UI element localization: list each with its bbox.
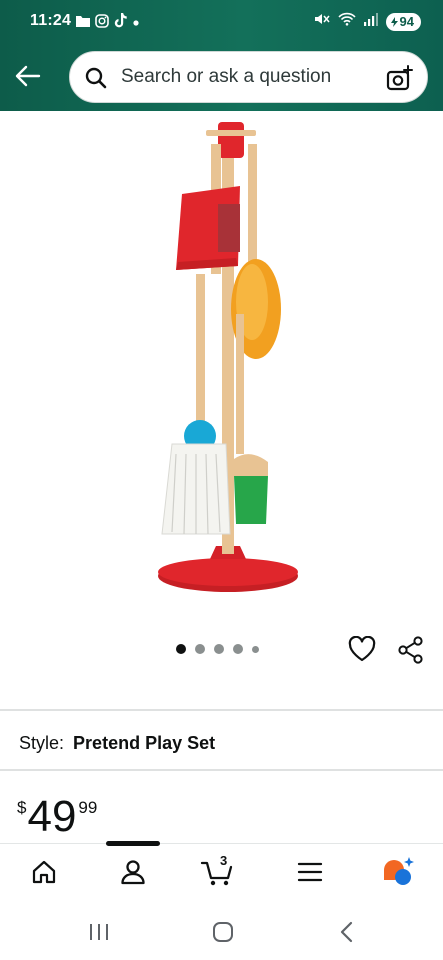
carousel-dot[interactable] [195, 644, 205, 654]
product-image[interactable] [120, 114, 320, 594]
carousel-dot[interactable] [233, 644, 243, 654]
folder-icon [76, 14, 90, 32]
nav-account[interactable] [115, 858, 151, 890]
heart-icon[interactable] [348, 635, 376, 667]
price-currency-symbol: $ [17, 798, 27, 817]
status-notification-icons [76, 13, 140, 33]
mute-icon [314, 12, 330, 31]
system-navigation-bar [0, 901, 443, 960]
camera-search-icon[interactable] [385, 65, 413, 98]
signal-icon [363, 12, 378, 31]
wifi-icon [337, 12, 356, 31]
style-label: Style: [19, 733, 65, 753]
nav-assistant[interactable] [380, 856, 416, 893]
assistant-icon [381, 856, 415, 893]
status-bar: 11:24 94 [0, 0, 443, 44]
battery-icon: 94 [385, 12, 421, 31]
divider [0, 709, 443, 711]
product-price: $ 49 99 [17, 795, 97, 839]
share-icon[interactable] [397, 636, 425, 669]
search-icon [84, 66, 108, 95]
dot-icon [132, 14, 140, 32]
carousel-dot-active[interactable] [176, 644, 186, 654]
recents-button-icon[interactable] [87, 921, 111, 948]
status-time: 11:24 [30, 12, 72, 29]
battery-level: 94 [399, 14, 414, 29]
instagram-icon [95, 13, 109, 33]
nav-cart[interactable] [200, 858, 236, 890]
app-header: 11:24 94 Search or ask a question [0, 0, 443, 111]
tiktok-icon [114, 13, 127, 33]
back-arrow-icon[interactable] [12, 60, 44, 92]
search-input[interactable]: Search or ask a question [69, 51, 428, 103]
image-carousel-dots[interactable] [176, 644, 259, 654]
cart-count-badge: 3 [220, 853, 228, 868]
cart-icon [200, 857, 236, 892]
price-whole: 49 [27, 792, 77, 841]
nav-menu[interactable] [292, 858, 328, 890]
divider [0, 769, 443, 771]
bottom-nav [0, 841, 443, 901]
status-system-icons: 94 [314, 12, 421, 31]
account-icon [119, 858, 147, 891]
style-selector[interactable]: Style: Pretend Play Set [19, 733, 215, 754]
home-icon [31, 859, 57, 890]
search-placeholder: Search or ask a question [121, 66, 332, 87]
style-value: Pretend Play Set [73, 733, 216, 753]
nav-home[interactable] [26, 858, 62, 890]
home-button-icon[interactable] [211, 921, 235, 948]
price-fraction: 99 [78, 798, 98, 817]
carousel-dot[interactable] [214, 644, 224, 654]
active-tab-indicator [106, 841, 160, 846]
back-button-icon[interactable] [336, 921, 358, 948]
carousel-dot[interactable] [252, 645, 259, 653]
menu-icon [297, 861, 323, 888]
